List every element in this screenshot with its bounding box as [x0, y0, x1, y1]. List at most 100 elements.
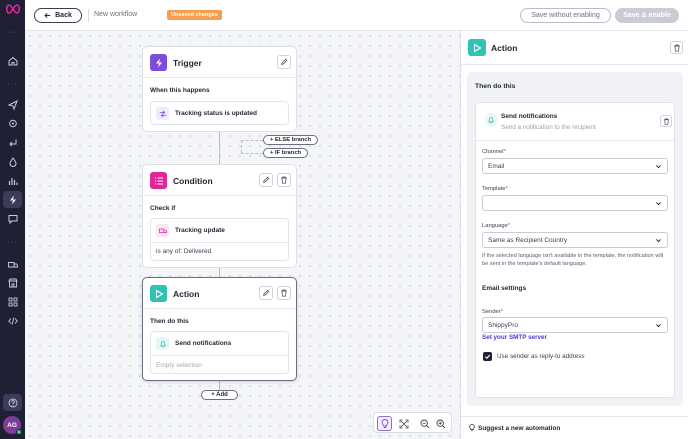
truck-icon: [156, 224, 169, 237]
online-status-dot: [16, 429, 22, 435]
back-button[interactable]: Back: [34, 8, 82, 23]
pencil-icon: [281, 58, 288, 65]
channel-select[interactable]: Email: [482, 158, 668, 174]
chevron-down-icon: [656, 165, 661, 169]
template-select[interactable]: [482, 195, 668, 211]
trigger-node[interactable]: Trigger When this happens Tracking statu…: [142, 46, 297, 132]
panel-body: Then do this Send notifications Send a n…: [467, 72, 683, 406]
help-icon[interactable]: [3, 394, 22, 411]
list-icon: [150, 172, 167, 189]
store-icon[interactable]: [6, 276, 19, 289]
sidebar: ··· ··· ··· AG: [0, 0, 25, 439]
pencil-icon: [263, 176, 270, 183]
fit-view-button[interactable]: [396, 416, 411, 431]
chevron-down-icon: [656, 239, 661, 243]
location-icon[interactable]: [6, 117, 19, 130]
suggest-automation-label: Suggest a new automation: [478, 425, 561, 432]
edit-action-button[interactable]: [259, 286, 273, 300]
workflow-title[interactable]: New workflow: [94, 11, 137, 18]
trigger-title: Trigger: [173, 58, 202, 68]
send-icon[interactable]: [6, 98, 19, 111]
language-value: Same as Recipient Country: [488, 236, 568, 244]
delete-action-button[interactable]: [277, 286, 291, 300]
add-step-button[interactable]: + Add: [201, 390, 238, 400]
home-icon[interactable]: [6, 54, 19, 67]
trigger-node-header: Trigger: [143, 47, 296, 78]
delete-action-panel-button[interactable]: [670, 41, 683, 54]
chat-icon[interactable]: [6, 212, 19, 225]
add-else-branch-button[interactable]: + ELSE branch: [263, 135, 319, 145]
bell-icon: [156, 337, 169, 350]
language-select[interactable]: Same as Recipient Country: [482, 232, 668, 248]
if-connector: [241, 153, 263, 154]
trigger-condition-item[interactable]: Tracking status is updated: [150, 101, 289, 125]
trash-icon: [281, 289, 287, 297]
required-asterisk: *: [503, 149, 506, 155]
lightbulb-button[interactable]: [377, 416, 392, 431]
workflow-canvas[interactable]: + ELSE branch + IF branch Trigger When t…: [25, 31, 460, 439]
reply-to-checkbox[interactable]: [483, 352, 492, 361]
lightning-icon: [150, 54, 167, 71]
condition-item-divider: [151, 242, 288, 243]
action-node[interactable]: Action Then do this Send notifications E…: [142, 277, 297, 381]
condition-rule-item[interactable]: Tracking update is any of: Delivered: [150, 218, 289, 261]
bell-icon: [484, 113, 498, 127]
zoom-out-icon: [420, 419, 429, 428]
trash-icon: [663, 118, 669, 125]
logo-icon: [5, 4, 21, 14]
divider-dots: ···: [7, 239, 18, 246]
trigger-item-label: Tracking status is updated: [175, 110, 257, 117]
channel-value: Email: [488, 162, 505, 170]
automation-icon[interactable]: [3, 191, 22, 208]
sender-label: Sender*: [482, 309, 503, 315]
save-and-enable-button[interactable]: Save & enable: [615, 8, 679, 23]
send-notifications-card: Send notifications Send a notification t…: [475, 102, 675, 398]
condition-node-header: Condition: [143, 165, 296, 196]
drop-icon[interactable]: [6, 155, 19, 168]
connector-line: [219, 268, 220, 276]
branch-connector: [241, 140, 242, 153]
condition-title: Condition: [173, 176, 213, 186]
connector-line: [219, 381, 220, 390]
delete-card-button[interactable]: [660, 115, 672, 127]
sender-label-text: Sender: [482, 309, 501, 315]
code-icon[interactable]: [6, 314, 19, 327]
suggest-automation-link[interactable]: Suggest a new automation: [461, 416, 688, 439]
header: Back New workflow Unsaved changes Save w…: [25, 0, 688, 31]
language-label-text: Language: [482, 223, 508, 229]
return-icon[interactable]: [6, 136, 19, 149]
action-section-title: Then do this: [150, 318, 189, 325]
pencil-icon: [263, 289, 270, 296]
action-settings-panel: Action Then do this Send notifications S…: [460, 31, 688, 439]
delete-condition-button[interactable]: [277, 173, 291, 187]
expand-icon: [399, 419, 408, 428]
card-divider: [476, 140, 674, 141]
set-smtp-server-link[interactable]: Set your SMTP server: [482, 334, 547, 341]
save-without-enabling-button[interactable]: Save without enabling: [520, 8, 611, 23]
panel-section-title: Then do this: [475, 83, 516, 90]
sender-value: ShippyPro: [488, 321, 518, 329]
empty-selection: Empty selection: [156, 362, 202, 369]
zoom-in-button[interactable]: [433, 416, 448, 431]
avatar[interactable]: AG: [3, 416, 22, 435]
chart-icon[interactable]: [6, 174, 19, 187]
zoom-out-button[interactable]: [417, 416, 432, 431]
panel-title: Action: [491, 43, 518, 53]
channel-label-text: Channel: [482, 149, 504, 155]
template-label-text: Template: [482, 186, 506, 192]
edit-trigger-button[interactable]: [277, 55, 291, 69]
apps-icon[interactable]: [6, 295, 19, 308]
else-connector: [241, 140, 263, 141]
language-label: Language*: [482, 223, 510, 229]
play-icon: [468, 39, 486, 56]
add-if-branch-button[interactable]: + IF branch: [263, 148, 309, 158]
edit-condition-button[interactable]: [259, 173, 273, 187]
sender-select[interactable]: ShippyPro: [482, 317, 668, 333]
condition-node[interactable]: Condition Check if Tracking update is an…: [142, 164, 297, 268]
trigger-section-title: When this happens: [150, 87, 210, 94]
truck-icon[interactable]: [6, 258, 19, 271]
reply-to-label[interactable]: Use sender as reply-to address: [497, 353, 585, 360]
action-item[interactable]: Send notifications Empty selection: [150, 331, 289, 374]
template-label: Template*: [482, 186, 508, 192]
status-update-icon: [156, 107, 169, 120]
